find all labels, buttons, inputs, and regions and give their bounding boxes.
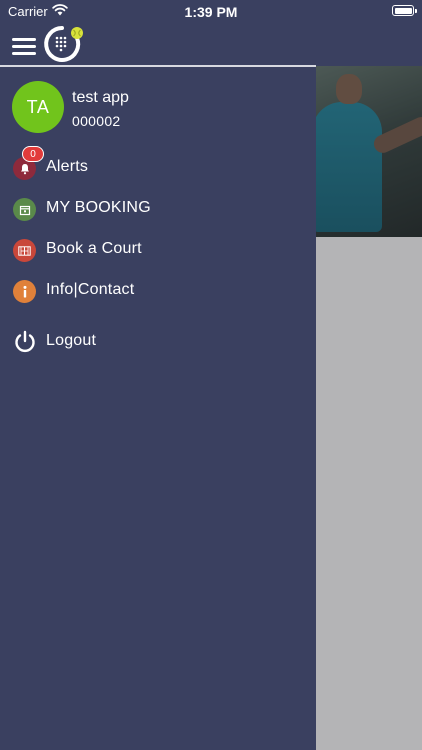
court-icon (13, 239, 36, 262)
user-name: test app (72, 89, 129, 106)
menu-item-my-booking[interactable]: MY BOOKING (0, 189, 316, 229)
menu-item-alerts[interactable]: 0 Alerts (0, 146, 316, 188)
side-drawer: TA test app 000002 0 Alerts MY BOOKING B… (0, 67, 316, 750)
menu-item-label: Info|Contact (46, 281, 135, 298)
avatar[interactable]: TA (12, 81, 64, 133)
menu-item-info-contact[interactable]: Info|Contact (0, 271, 316, 311)
status-bar: Carrier 1:39 PM (0, 0, 422, 22)
hero-photo (316, 66, 422, 237)
hamburger-menu-icon[interactable] (12, 36, 36, 56)
menu-item-label: Alerts (46, 158, 89, 175)
info-icon (13, 280, 36, 303)
power-icon (15, 330, 35, 353)
menu-item-label: MY BOOKING (46, 199, 151, 216)
user-id: 000002 (72, 113, 121, 129)
app-logo (44, 26, 83, 62)
clock: 1:39 PM (184, 4, 238, 20)
alerts-count-badge: 0 (22, 146, 44, 162)
battery-icon (392, 5, 417, 16)
calendar-icon (13, 198, 36, 221)
menu-item-logout[interactable]: Logout (0, 322, 316, 362)
menu-item-label: Book a Court (46, 240, 142, 257)
menu-item-book-court[interactable]: Book a Court (0, 230, 316, 270)
menu-item-label: Logout (46, 332, 97, 349)
